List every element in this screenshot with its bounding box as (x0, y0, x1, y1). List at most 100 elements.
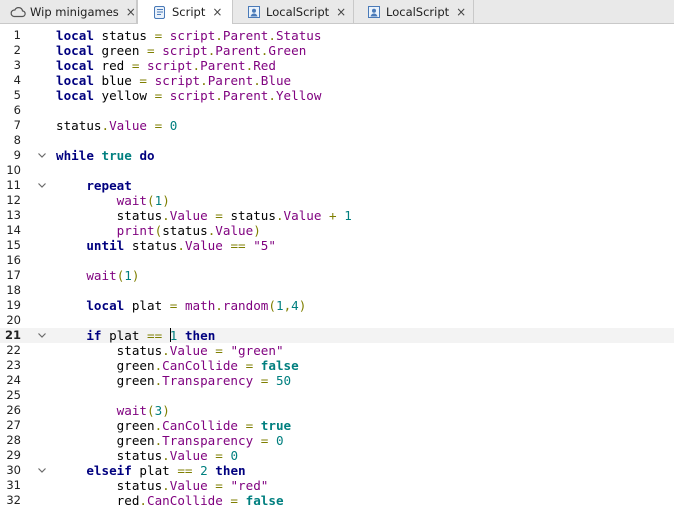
token-id: Parent (222, 28, 269, 43)
token-kw: local (56, 28, 94, 43)
line-number: 15 (6, 238, 21, 252)
code-line[interactable]: 9 while true do (0, 148, 674, 163)
tab-wip-minigames[interactable]: Wip minigames × (0, 0, 137, 23)
fold-chevron-icon[interactable] (37, 178, 47, 193)
code-line[interactable]: 17 wait(1) (0, 268, 674, 283)
code-line[interactable]: 13 status.Value = status.Value + 1 (0, 208, 674, 223)
token-id: math (184, 298, 216, 313)
tab-label: LocalScript (266, 4, 330, 19)
token-plain: blue (93, 73, 140, 88)
token-op: == (147, 328, 163, 343)
code-line[interactable]: 5 local yellow = script.Parent.Yellow (0, 88, 674, 103)
line-number: 8 (13, 133, 21, 147)
code-line[interactable]: 15 until status.Value == "5" (0, 238, 674, 253)
token-id: wait (116, 403, 148, 418)
fold-chevron-icon[interactable] (37, 148, 47, 163)
line-number: 12 (6, 193, 21, 207)
code-line[interactable]: 25 (0, 388, 674, 403)
token-kw: local (86, 298, 125, 313)
token-plain: status (56, 478, 163, 493)
tab-bar: Wip minigames × Script × LocalScript × L… (0, 0, 674, 24)
code-editor[interactable]: 1 local status = script.Parent.Status 2 loc… (0, 28, 674, 507)
token-op: ) (162, 193, 170, 208)
code-text: local green = script.Parent.Green (56, 43, 306, 58)
token-id: CanCollide (162, 358, 238, 373)
token-op: == (177, 463, 193, 478)
line-number: 26 (6, 403, 21, 417)
token-id: Parent (207, 73, 254, 88)
token-plain: status (56, 118, 102, 133)
code-line[interactable]: 18 (0, 283, 674, 298)
token-op: . (162, 478, 170, 493)
close-icon[interactable]: × (212, 6, 222, 18)
tab-label: LocalScript (386, 4, 450, 19)
token-id: Value (169, 448, 208, 463)
code-line[interactable]: 7 status.Value = 0 (0, 118, 674, 133)
token-id: script (162, 43, 208, 58)
line-number: 14 (6, 223, 21, 237)
code-line[interactable]: 10 (0, 163, 674, 178)
line-number: 31 (6, 478, 21, 492)
code-line[interactable]: 23 green.CanCollide = false (0, 358, 674, 373)
code-line[interactable]: 22 status.Value = "green" (0, 343, 674, 358)
code-line[interactable]: 1 local status = script.Parent.Status (0, 28, 674, 43)
close-icon[interactable]: × (456, 6, 466, 18)
code-line[interactable]: 31 status.Value = "red" (0, 478, 674, 493)
line-number: 18 (6, 283, 21, 297)
close-icon[interactable]: × (126, 6, 136, 18)
code-line[interactable]: 20 (0, 313, 674, 328)
token-num: 4 (291, 298, 299, 313)
code-line[interactable]: 19 local plat = math.random(1,4) (0, 298, 674, 313)
code-line[interactable]: 26 wait(3) (0, 403, 674, 418)
token-plain: yellow (93, 88, 155, 103)
code-line[interactable]: 30 elseif plat == 2 then (0, 463, 674, 478)
token-op: . (162, 448, 170, 463)
token-id: Parent (222, 88, 269, 103)
token-id: wait (116, 193, 148, 208)
code-text: status.Value = "green" (56, 343, 284, 358)
code-line[interactable]: 4 local blue = script.Parent.Blue (0, 73, 674, 88)
line-number: 28 (6, 433, 21, 447)
code-text: elseif plat == 2 then (56, 463, 245, 478)
code-line[interactable]: 3 local red = script.Parent.Red (0, 58, 674, 73)
code-line[interactable]: 14 print(status.Value) (0, 223, 674, 238)
code-line[interactable]: 32 red.CanCollide = false (0, 493, 674, 507)
code-line[interactable]: 21 if plat == 1 then (0, 328, 674, 343)
token-op: = (215, 448, 223, 463)
tab-localscript-1[interactable]: LocalScript × (233, 0, 354, 23)
code-line[interactable]: 29 status.Value = 0 (0, 448, 674, 463)
code-text: status.Value = 0 (56, 118, 177, 133)
token-plain: plat (131, 463, 178, 478)
code-line[interactable]: 2 local green = script.Parent.Green (0, 43, 674, 58)
code-line[interactable]: 8 (0, 133, 674, 148)
code-line[interactable]: 16 (0, 253, 674, 268)
token-id: Parent (215, 43, 261, 58)
code-line[interactable]: 6 (0, 103, 674, 118)
code-text: if plat == 1 then (56, 328, 215, 343)
code-line[interactable]: 11 repeat (0, 178, 674, 193)
line-number: 1 (13, 28, 21, 42)
code-line[interactable]: 12 wait(1) (0, 193, 674, 208)
line-number: 32 (6, 493, 21, 507)
fold-chevron-icon[interactable] (37, 463, 47, 478)
token-bool: true (260, 418, 292, 433)
token-bool: true (101, 148, 132, 163)
line-number: 25 (6, 388, 21, 402)
token-id: Value (215, 223, 254, 238)
line-number: 6 (13, 103, 21, 117)
code-line[interactable]: 24 green.Transparency = 50 (0, 373, 674, 388)
code-line[interactable]: 28 green.Transparency = 0 (0, 433, 674, 448)
token-id: Value (169, 208, 208, 223)
fold-chevron-icon[interactable] (37, 328, 47, 343)
token-op: ) (253, 223, 261, 238)
token-op: ) (298, 298, 307, 313)
code-line[interactable]: 27 green.CanCollide = true (0, 418, 674, 433)
tab-localscript-2[interactable]: LocalScript × (354, 0, 474, 23)
tab-script[interactable]: Script × (137, 0, 233, 24)
close-icon[interactable]: × (336, 6, 346, 18)
